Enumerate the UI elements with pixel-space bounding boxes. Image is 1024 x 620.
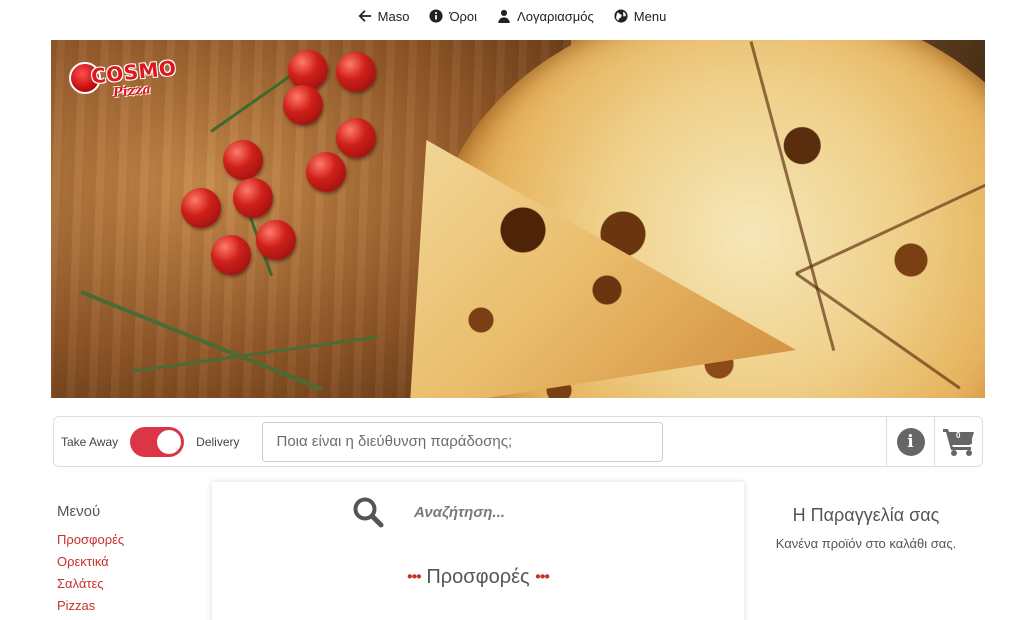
take-away-label[interactable]: Take Away xyxy=(61,435,118,449)
nav-account-link[interactable]: Λογαριασμός xyxy=(497,9,594,24)
hero-banner: COSMO Pizza xyxy=(51,40,985,398)
info-circle-icon: i xyxy=(896,427,925,456)
tomato xyxy=(233,178,273,218)
cosmo-pizza-logo[interactable]: COSMO Pizza xyxy=(69,56,178,104)
tomato xyxy=(288,50,328,90)
cart-count: 0 xyxy=(956,431,961,440)
nav-menu-link[interactable]: Menu xyxy=(614,8,667,24)
nav-back-link[interactable]: Maso xyxy=(358,8,410,24)
menu-title: Μενού xyxy=(57,503,101,520)
menu-item-offers[interactable]: Προσφορές xyxy=(57,532,197,547)
tomato xyxy=(336,118,376,158)
tomato xyxy=(306,152,346,192)
info-icon xyxy=(429,9,444,23)
info-button[interactable]: i xyxy=(886,417,934,466)
nav-menu-label: Menu xyxy=(633,8,667,24)
order-type-bar: Take Away Delivery i 0 xyxy=(53,416,983,467)
delivery-address-input[interactable] xyxy=(261,421,663,462)
tomato xyxy=(223,140,263,180)
order-empty-message: Κανένα προϊόν στο καλάθι σας. xyxy=(775,536,957,551)
tomato xyxy=(181,188,221,228)
nav-back-label: Maso xyxy=(377,8,410,24)
globe-icon xyxy=(614,9,628,23)
section-heading-offers: ••• Προσφορές ••• xyxy=(212,566,744,589)
top-navigation: Maso Όροι Λογαριασμός Menu xyxy=(0,0,1024,32)
delivery-label[interactable]: Delivery xyxy=(196,435,239,449)
heading-dots-right: ••• xyxy=(535,568,550,586)
category-menu: Μενού Προσφορές Ορεκτικά Σαλάτες Pizzas xyxy=(57,503,197,620)
tomato xyxy=(211,235,251,275)
heading-dots-left: ••• xyxy=(406,568,422,586)
tomato xyxy=(256,220,296,260)
user-icon xyxy=(498,9,510,23)
delivery-toggle[interactable] xyxy=(130,426,185,457)
product-search-input[interactable] xyxy=(414,503,614,521)
order-summary: Η Παραγγελία σας Κανένα προϊόν στο καλάθ… xyxy=(760,505,972,551)
tomato xyxy=(283,85,323,125)
cart-button[interactable]: 0 xyxy=(934,417,982,466)
arrow-left-icon xyxy=(358,10,371,22)
logo-sub: Pizza xyxy=(112,82,152,101)
order-title: Η Παραγγελία σας xyxy=(792,505,940,525)
toggle-knob xyxy=(157,429,182,454)
search-icon[interactable] xyxy=(352,496,384,528)
menu-item-pizzas[interactable]: Pizzas xyxy=(57,598,197,613)
menu-item-salads[interactable]: Σαλάτες xyxy=(57,576,197,591)
menu-item-appetizers[interactable]: Ορεκτικά xyxy=(57,554,197,569)
section-title: Προσφορές xyxy=(426,566,530,588)
order-bar-actions: i 0 xyxy=(886,417,982,466)
products-panel: ••• Προσφορές ••• xyxy=(212,482,744,620)
nav-account-label: Λογαριασμός xyxy=(517,8,594,24)
nav-terms-link[interactable]: Όροι xyxy=(429,9,477,24)
nav-terms-label: Όροι xyxy=(449,8,478,24)
product-search xyxy=(352,496,614,528)
tomato xyxy=(336,52,376,92)
